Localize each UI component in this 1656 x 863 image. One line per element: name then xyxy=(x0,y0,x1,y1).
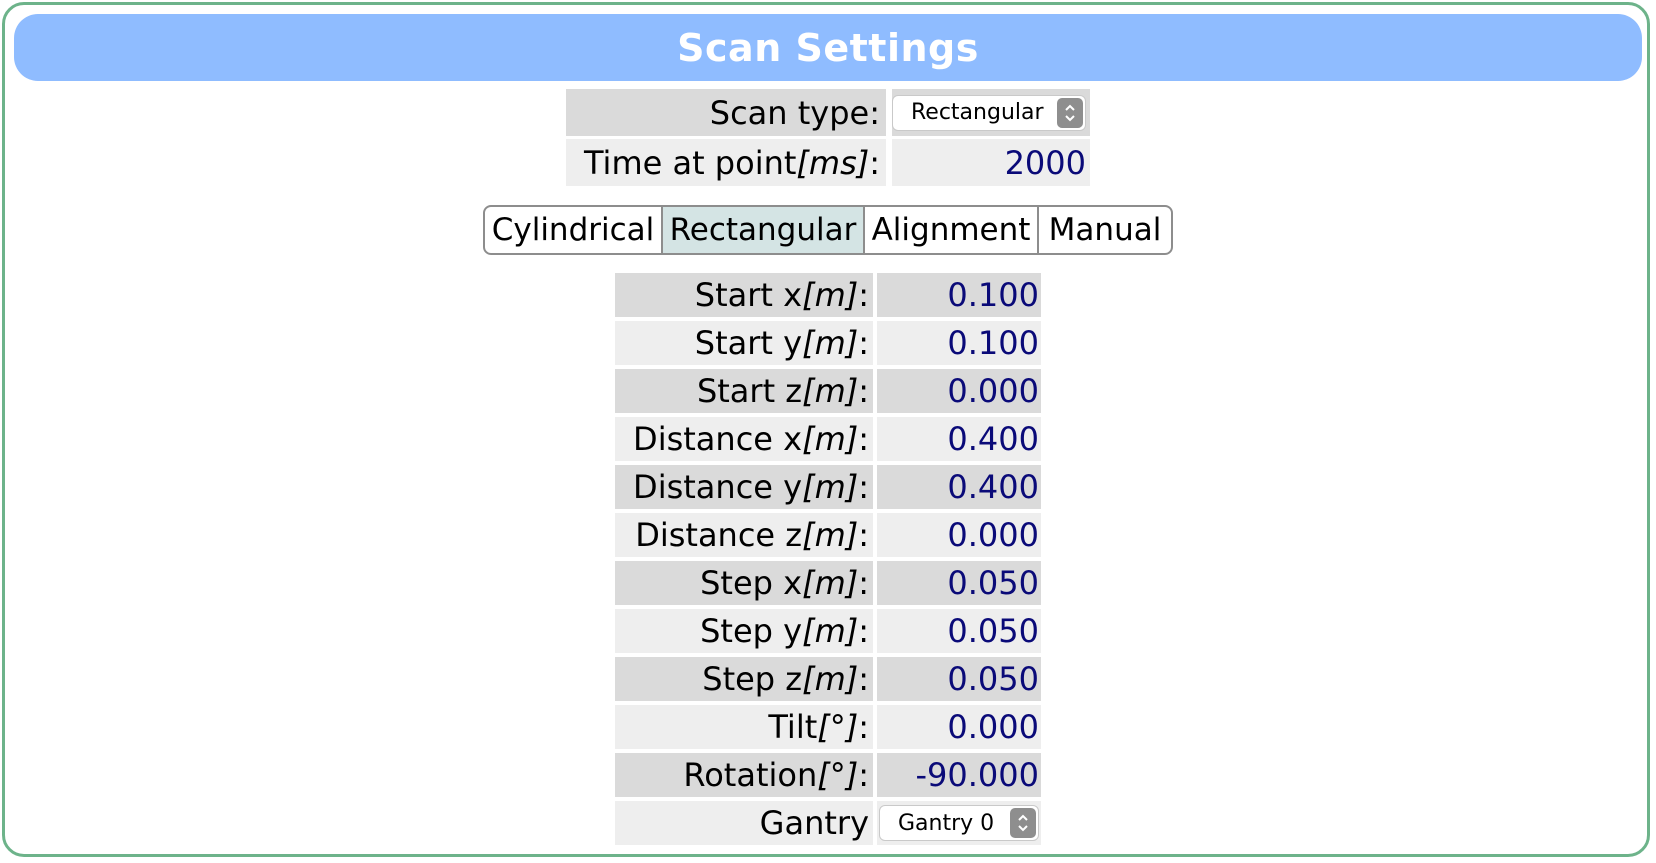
rotation-input[interactable]: -90.000 xyxy=(877,753,1041,797)
param-label-text: Distance z xyxy=(635,516,803,554)
param-unit: [m] xyxy=(802,516,859,554)
chevron-up-down-icon xyxy=(1010,808,1036,838)
param-row-gantry: Gantry Gantry 0 xyxy=(615,801,1041,845)
param-unit: [m] xyxy=(802,420,859,458)
param-label: Start z [m]: xyxy=(615,369,873,413)
param-unit: [m] xyxy=(802,276,859,314)
title-bar: Scan Settings xyxy=(14,14,1642,81)
param-colon: : xyxy=(858,708,869,746)
scan-mode-tabs: Cylindrical Rectangular Alignment Manual xyxy=(483,205,1173,255)
tab-manual[interactable]: Manual xyxy=(1039,207,1171,253)
param-row-start-x: Start x [m]: 0.100 xyxy=(615,273,1041,317)
param-colon: : xyxy=(858,564,869,602)
param-row-start-z: Start z [m]: 0.000 xyxy=(615,369,1041,413)
param-unit: [°] xyxy=(817,756,859,794)
param-row-rotation: Rotation [°]: -90.000 xyxy=(615,753,1041,797)
gantry-select[interactable]: Gantry 0 xyxy=(879,805,1039,841)
scan-type-label: Scan type: xyxy=(566,89,886,136)
param-label: Start y [m]: xyxy=(615,321,873,365)
scan-general-settings: Scan type: Rectangular Time at point [ms… xyxy=(566,89,1090,189)
param-label: Start x [m]: xyxy=(615,273,873,317)
param-label: Step y [m]: xyxy=(615,609,873,653)
start-x-input[interactable]: 0.100 xyxy=(877,273,1041,317)
param-colon: : xyxy=(858,756,869,794)
time-at-point-colon: : xyxy=(869,143,880,182)
panel-title: Scan Settings xyxy=(677,25,979,70)
time-at-point-unit: [ms] xyxy=(796,143,870,182)
param-row-distance-y: Distance y [m]: 0.400 xyxy=(615,465,1041,509)
time-at-point-label: Time at point [ms]: xyxy=(566,139,886,186)
param-label-text: Tilt xyxy=(768,708,818,746)
time-at-point-row: Time at point [ms]: 2000 xyxy=(566,139,1090,186)
param-label-text: Step y xyxy=(700,612,803,650)
step-z-input[interactable]: 0.050 xyxy=(877,657,1041,701)
distance-y-input[interactable]: 0.400 xyxy=(877,465,1041,509)
tab-alignment[interactable]: Alignment xyxy=(865,207,1039,253)
param-label-text: Step x xyxy=(700,564,803,602)
rectangular-params-table: Start x [m]: 0.100 Start y [m]: 0.100 St… xyxy=(615,273,1041,849)
tab-rectangular[interactable]: Rectangular xyxy=(663,207,865,253)
param-unit: [m] xyxy=(802,660,859,698)
step-x-input[interactable]: 0.050 xyxy=(877,561,1041,605)
param-label: Rotation [°]: xyxy=(615,753,873,797)
param-row-distance-x: Distance x [m]: 0.400 xyxy=(615,417,1041,461)
param-label: Distance z [m]: xyxy=(615,513,873,557)
param-label-text: Step z xyxy=(702,660,803,698)
param-row-step-x: Step x [m]: 0.050 xyxy=(615,561,1041,605)
param-colon: : xyxy=(858,420,869,458)
param-colon: : xyxy=(858,324,869,362)
param-label-text: Start x xyxy=(694,276,803,314)
param-label: Step x [m]: xyxy=(615,561,873,605)
time-at-point-input[interactable]: 2000 xyxy=(892,139,1090,186)
param-label-text: Start y xyxy=(694,324,803,362)
param-label: Distance y [m]: xyxy=(615,465,873,509)
gantry-label: Gantry xyxy=(615,801,873,845)
param-colon: : xyxy=(858,468,869,506)
param-colon: : xyxy=(858,660,869,698)
param-row-tilt: Tilt [°]: 0.000 xyxy=(615,705,1041,749)
param-unit: [m] xyxy=(802,372,859,410)
param-unit: [m] xyxy=(802,324,859,362)
param-label-text: Rotation xyxy=(683,756,818,794)
scan-type-select[interactable]: Rectangular xyxy=(892,94,1086,131)
distance-z-input[interactable]: 0.000 xyxy=(877,513,1041,557)
param-label-text: Start z xyxy=(696,372,803,410)
param-label-text: Distance y xyxy=(633,468,803,506)
param-unit: [m] xyxy=(802,468,859,506)
param-row-start-y: Start y [m]: 0.100 xyxy=(615,321,1041,365)
distance-x-input[interactable]: 0.400 xyxy=(877,417,1041,461)
scan-type-cell: Rectangular xyxy=(892,89,1090,136)
param-label: Step z [m]: xyxy=(615,657,873,701)
param-colon: : xyxy=(858,612,869,650)
scan-type-row: Scan type: Rectangular xyxy=(566,89,1090,136)
tilt-input[interactable]: 0.000 xyxy=(877,705,1041,749)
param-label-text: Distance x xyxy=(633,420,803,458)
param-colon: : xyxy=(858,276,869,314)
gantry-cell: Gantry 0 xyxy=(877,801,1041,845)
time-at-point-label-text: Time at point xyxy=(583,143,797,182)
gantry-selected: Gantry 0 xyxy=(898,810,995,836)
tab-cylindrical[interactable]: Cylindrical xyxy=(485,207,663,253)
step-y-input[interactable]: 0.050 xyxy=(877,609,1041,653)
param-colon: : xyxy=(858,516,869,554)
param-unit: [°] xyxy=(817,708,859,746)
param-row-step-y: Step y [m]: 0.050 xyxy=(615,609,1041,653)
chevron-up-down-icon xyxy=(1057,97,1083,128)
start-y-input[interactable]: 0.100 xyxy=(877,321,1041,365)
param-row-step-z: Step z [m]: 0.050 xyxy=(615,657,1041,701)
scan-type-selected: Rectangular xyxy=(911,100,1044,125)
param-unit: [m] xyxy=(802,564,859,602)
start-z-input[interactable]: 0.000 xyxy=(877,369,1041,413)
param-label: Tilt [°]: xyxy=(615,705,873,749)
param-unit: [m] xyxy=(802,612,859,650)
param-colon: : xyxy=(858,372,869,410)
param-row-distance-z: Distance z [m]: 0.000 xyxy=(615,513,1041,557)
param-label: Distance x [m]: xyxy=(615,417,873,461)
